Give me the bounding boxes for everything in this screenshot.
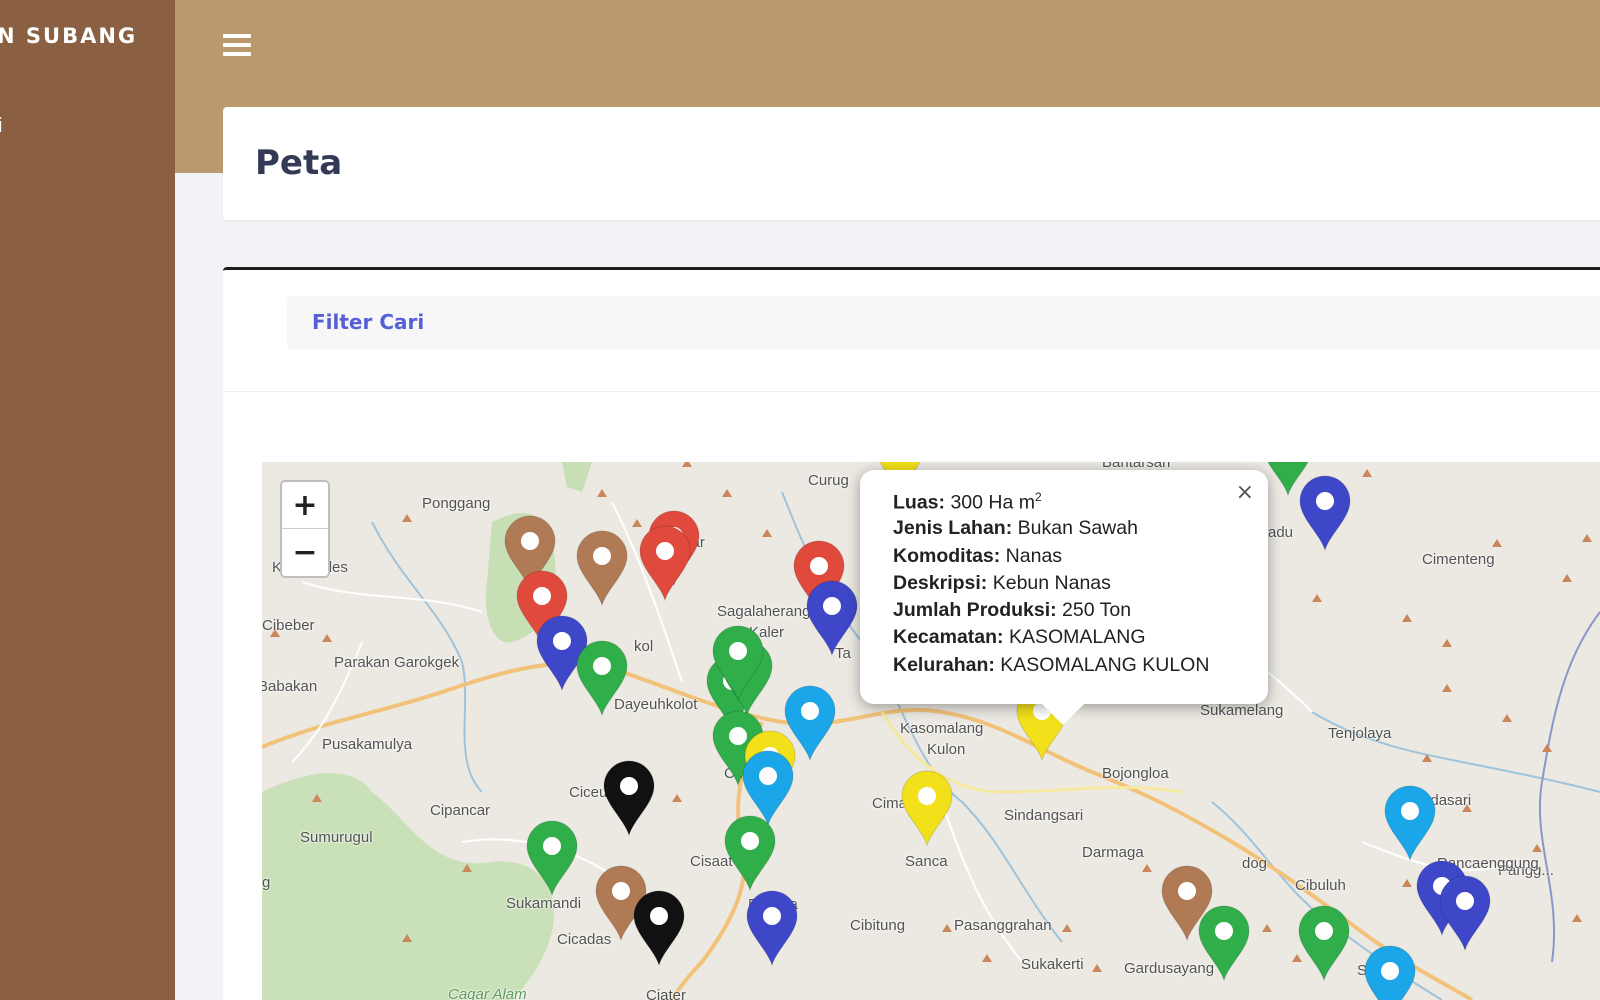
map-place-label: Sukamandi: [506, 895, 582, 912]
map-pin-icon: [746, 890, 798, 967]
popup-row-deskripsi: Deskripsi: Kebun Nanas: [893, 572, 1248, 599]
map-place-label: Babakan: [262, 678, 318, 695]
popup-value: Kebun Nanas: [992, 571, 1111, 594]
zoom-out-button[interactable]: −: [282, 529, 328, 576]
map-place-label: Kasomalang: [900, 720, 984, 737]
map-pin-icon: [806, 580, 858, 657]
map-place-label: Cibitung: [850, 917, 906, 934]
filter-bar: Filter Cari: [287, 296, 1600, 350]
map-marker-green[interactable]: [575, 639, 629, 717]
map-place-label: Cibuluh: [1295, 877, 1346, 894]
popup-label: Komoditas:: [893, 544, 1001, 567]
zoom-in-button[interactable]: +: [282, 482, 328, 529]
map-place-label: adu: [1268, 524, 1294, 541]
map-pin-icon: [576, 640, 628, 717]
map-place-label: Cipancar: [430, 802, 491, 819]
map-pin-icon: [712, 625, 764, 702]
map-place-label: Sukamelang: [1200, 702, 1284, 719]
map-pin-icon: [1267, 462, 1309, 497]
map-marker-green[interactable]: [1297, 904, 1351, 982]
map-pin-icon: [633, 890, 685, 967]
popup-value-sup: 2: [1034, 490, 1042, 504]
map-pin-icon: [1364, 945, 1416, 1000]
map-place-label: Cibeber: [262, 617, 315, 634]
popup-value: 250 Ton: [1062, 599, 1132, 622]
page-header-card: Peta: [223, 107, 1600, 220]
filter-toggle-link[interactable]: Filter Cari: [312, 310, 424, 334]
popup-label: Kecamatan:: [893, 626, 1004, 649]
popup-value: KASOMALANG KULON: [1000, 653, 1210, 676]
map-place-label: Cagar Alam: [448, 986, 527, 1000]
map-pin-icon: [639, 525, 691, 602]
map-marker-green[interactable]: [723, 814, 777, 892]
divider: [223, 391, 1600, 392]
map-marker-green[interactable]: [525, 819, 579, 897]
map-place-label: Bojongloa: [1102, 765, 1169, 782]
popup-label: Jenis Lahan:: [893, 517, 1013, 540]
map-place-label: Cimenteng: [1422, 551, 1495, 568]
map-place-label: Sindangsari: [1004, 807, 1084, 824]
map-place-label: Ponggang: [422, 495, 491, 512]
map-info-popup: × Luas: 300 Ha m2 Jenis Lahan: Bukan Saw…: [860, 470, 1268, 704]
map-place-label: dog: [1242, 855, 1268, 872]
popup-tip: [1041, 703, 1085, 725]
map-pin-icon: [1439, 875, 1491, 952]
map-pin-icon: [1298, 905, 1350, 982]
map-place-label: Sanca: [905, 853, 948, 870]
map-marker-red[interactable]: [638, 524, 692, 602]
popup-row-kecamatan: Kecamatan: KASOMALANG: [893, 626, 1248, 653]
popup-label: Kelurahan:: [893, 653, 995, 676]
map-place-label: Tenjolaya: [1328, 725, 1392, 742]
popup-close-button[interactable]: ×: [1236, 480, 1254, 505]
map-marker-cyan[interactable]: [1363, 944, 1417, 1000]
popup-value: KASOMALANG: [1008, 626, 1146, 649]
sidebar-brand[interactable]: N SUBANG: [0, 24, 137, 48]
popup-label: Jumlah Produksi:: [893, 599, 1057, 622]
popup-row-kelurahan: Kelurahan: KASOMALANG KULON: [893, 654, 1248, 681]
map-pin-icon: [901, 770, 953, 847]
map-marker-green[interactable]: [1197, 904, 1251, 982]
map-place-label: Parakan Garokgek: [334, 654, 460, 671]
map-pin-icon: [603, 760, 655, 837]
popup-row-komoditas: Komoditas: Nanas: [893, 545, 1248, 572]
map-marker-black[interactable]: [602, 759, 656, 837]
map-pin-icon: [526, 820, 578, 897]
map-marker-brown[interactable]: [575, 529, 629, 607]
map-marker-green[interactable]: [711, 624, 765, 702]
map-place-label: Kulon: [927, 741, 966, 758]
map-place-label: Darmaga: [1082, 844, 1144, 861]
popup-row-jenis-lahan: Jenis Lahan: Bukan Sawah: [893, 517, 1248, 544]
popup-label: Deskripsi:: [893, 571, 988, 594]
map-place-label: Ciater: [646, 987, 687, 1000]
map-pin-icon: [724, 815, 776, 892]
map-marker-cyan[interactable]: [1383, 784, 1437, 862]
map-place-label: Sukakerti: [1021, 956, 1084, 973]
popup-label: Luas:: [893, 491, 946, 514]
popup-value: Bukan Sawah: [1017, 517, 1138, 540]
popup-value: 300 Ha m: [950, 491, 1035, 514]
map-place-label: Pasanggrahan: [954, 917, 1052, 934]
popup-row-luas: Luas: 300 Ha m2: [893, 490, 1248, 517]
map-marker-blue[interactable]: [745, 889, 799, 967]
zoom-control: + −: [280, 480, 330, 578]
map-place-label: Pusakamulya: [322, 736, 413, 753]
map-marker-black[interactable]: [632, 889, 686, 967]
map-pin-icon: [1198, 905, 1250, 982]
map-marker-yellow[interactable]: [900, 769, 954, 847]
map-marker-green[interactable]: [1261, 462, 1315, 497]
popup-row-jumlah-produksi: Jumlah Produksi: 250 Ton: [893, 599, 1248, 626]
map-pin-icon: [576, 530, 628, 607]
hamburger-menu-icon[interactable]: [223, 34, 251, 58]
map-place-label: Sumurugul: [300, 829, 373, 846]
popup-value: Nanas: [1005, 544, 1063, 567]
map-marker-blue[interactable]: [805, 579, 859, 657]
map-place-label: Curug: [808, 472, 849, 489]
sidebar: N SUBANG i: [0, 0, 175, 1000]
sidebar-item[interactable]: i: [0, 115, 2, 138]
map-pin-icon: [1384, 785, 1436, 862]
map-place-label: kol: [634, 638, 654, 655]
map-place-label: g: [262, 874, 271, 891]
page-title: Peta: [255, 143, 343, 183]
map-marker-blue[interactable]: [1438, 874, 1492, 952]
